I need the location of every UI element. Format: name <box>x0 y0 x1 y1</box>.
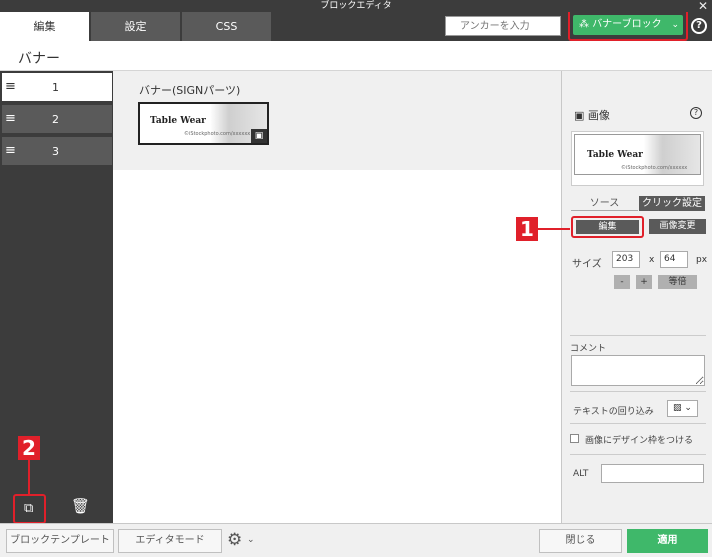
block-type-label: バナーブロック <box>592 19 662 30</box>
thumb-credit: ©iStockphoto.com/xxxxxx <box>621 165 688 171</box>
anchor-input[interactable] <box>445 16 561 36</box>
title-bar: ブロックエディタ ✕ <box>0 0 712 12</box>
block-item-label: 3 <box>52 145 59 158</box>
frame-label: 画像にデザイン枠をつける <box>585 436 694 446</box>
actual-size-button[interactable]: 等倍 <box>658 275 697 289</box>
comment-input[interactable] <box>571 355 705 386</box>
close-icon[interactable]: ✕ <box>698 0 708 12</box>
preview-area: バナー(SIGNパーツ) Table Wear ©iStockphoto.com… <box>113 71 561 170</box>
text-wrap-label: テキストの回り込み <box>573 407 654 417</box>
window-title: ブロックエディタ <box>320 1 392 11</box>
callout-2-line <box>28 460 30 494</box>
block-item-1[interactable]: ≡ 1 <box>2 73 112 101</box>
height-input[interactable]: 64 <box>660 251 688 268</box>
tab-settings[interactable]: 設定 <box>91 12 181 41</box>
help-icon[interactable]: ? <box>691 18 707 34</box>
alt-input[interactable] <box>601 464 704 483</box>
copy-icon: ⧉ <box>24 501 34 516</box>
editor-mode-button[interactable]: エディタモード <box>118 529 222 553</box>
decrease-button[interactable]: - <box>614 275 630 289</box>
image-icon[interactable]: ▣ <box>251 129 267 143</box>
tab-source[interactable]: ソース <box>571 196 638 211</box>
callout-2: 2 <box>18 436 40 460</box>
block-item-3[interactable]: ≡ 3 <box>2 137 112 165</box>
property-panel: ▣ 画像 ? Table Wear ©iStockphoto.com/xxxxx… <box>561 71 712 523</box>
apply-button[interactable]: 適用 <box>627 529 708 553</box>
banner-credit: ©iStockphoto.com/xxxxxx <box>184 131 251 137</box>
alt-label: ALT <box>573 469 589 479</box>
page-title: バナー <box>18 51 60 67</box>
drag-handle-icon[interactable]: ≡ <box>5 144 16 158</box>
block-template-button[interactable]: ブロックテンプレート <box>6 529 114 553</box>
top-bar: 編集 設定 CSS # ⁂ バナーブロック ⌄ ? <box>0 12 712 41</box>
divider <box>570 423 706 424</box>
thumb-title: Table Wear <box>587 150 643 160</box>
size-label: サイズ <box>572 259 602 270</box>
change-image-button[interactable]: 画像変更 <box>649 219 706 234</box>
size-x: x <box>649 255 655 265</box>
block-item-label: 2 <box>52 113 59 126</box>
divider <box>570 454 706 455</box>
callout-1-line <box>538 228 570 230</box>
increase-button[interactable]: + <box>636 275 652 289</box>
edit-image-button[interactable]: 編集 <box>571 216 644 238</box>
drag-handle-icon[interactable]: ≡ <box>5 112 16 126</box>
image-thumbnail: Table Wear ©iStockphoto.com/xxxxxx <box>571 131 704 186</box>
panel-title: ▣ 画像 <box>574 109 610 122</box>
block-icon: ⁂ <box>579 19 589 30</box>
canvas: バナー(SIGNパーツ) Table Wear ©iStockphoto.com… <box>113 71 561 523</box>
block-heading: バナー <box>0 41 712 71</box>
footer: ブロックテンプレート エディタモード ⚙ ⌄ 閉じる 適用 <box>0 523 712 557</box>
tab-click-settings[interactable]: クリック設定 <box>639 196 705 211</box>
trash-icon[interactable]: 🗑 <box>71 497 90 515</box>
gear-icon[interactable]: ⚙ <box>227 530 242 550</box>
drag-handle-icon[interactable]: ≡ <box>5 80 16 94</box>
help-icon[interactable]: ? <box>690 107 702 119</box>
block-type-select[interactable]: ⁂ バナーブロック ⌄ <box>568 12 688 41</box>
banner-title: Table Wear <box>150 116 206 126</box>
copy-block-button[interactable]: ⧉ <box>13 494 46 524</box>
canvas-label: バナー(SIGNパーツ) <box>139 84 241 97</box>
block-item-2[interactable]: ≡ 2 <box>2 105 112 133</box>
block-list: ≡ 1 ≡ 2 ≡ 3 <box>0 71 113 523</box>
size-unit: px <box>696 255 708 265</box>
banner-image[interactable]: Table Wear ©iStockphoto.com/xxxxxx ▣ <box>138 102 269 145</box>
callout-1: 1 <box>516 217 538 241</box>
block-item-label: 1 <box>52 81 59 94</box>
comment-label: コメント <box>570 344 607 354</box>
divider <box>570 335 706 336</box>
chevron-down-icon[interactable]: ⌄ <box>247 535 255 545</box>
frame-checkbox[interactable] <box>570 434 579 443</box>
text-wrap-select[interactable]: ▨ ⌄ <box>667 400 698 417</box>
tab-edit[interactable]: 編集 <box>0 12 90 41</box>
close-button[interactable]: 閉じる <box>539 529 622 553</box>
tab-css[interactable]: CSS <box>182 12 272 41</box>
width-input[interactable]: 203 <box>612 251 640 268</box>
divider <box>570 391 706 392</box>
chevron-down-icon: ⌄ <box>671 20 679 30</box>
